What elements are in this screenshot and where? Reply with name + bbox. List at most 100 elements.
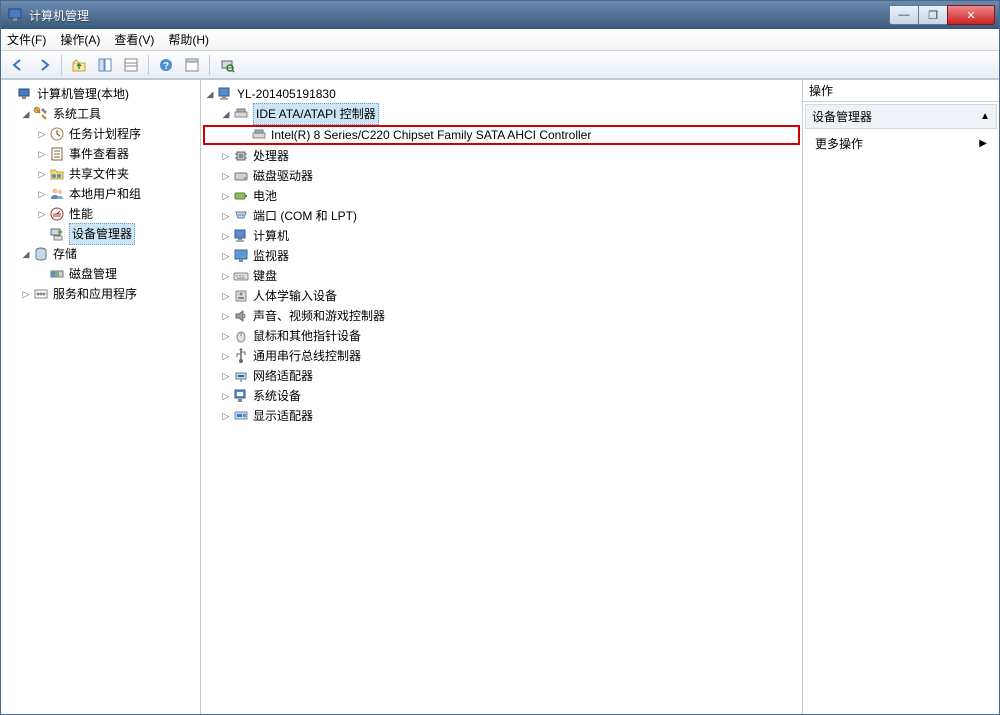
actions-section[interactable]: 设备管理器 ▲ [805,104,997,129]
expand-icon[interactable]: ▷ [219,166,233,186]
nav-disk-mgmt[interactable]: 磁盘管理 [3,264,198,284]
help-button[interactable]: ? [155,54,177,76]
expand-icon[interactable]: ▷ [35,124,49,144]
dev-system[interactable]: ▷ 系统设备 [203,386,800,406]
nav-label: 设备管理器 [69,223,135,245]
dev-computer-root[interactable]: ◢ YL-201405191830 [203,84,800,104]
expand-icon[interactable]: ▷ [35,204,49,224]
expand-icon[interactable]: ▷ [219,306,233,326]
expand-icon[interactable]: ▷ [219,386,233,406]
nav-performance[interactable]: ▷ 性能 [3,204,198,224]
menu-view[interactable]: 查看(V) [114,31,154,48]
expand-icon[interactable]: ▷ [219,146,233,166]
close-button[interactable]: ✕ [947,5,995,25]
properties-button[interactable] [120,54,142,76]
dev-label: 磁盘驱动器 [253,166,313,186]
dev-ide-controller[interactable]: ◢ IDE ATA/ATAPI 控制器 [203,104,800,124]
nav-label: 磁盘管理 [69,264,117,284]
controller-icon [251,127,267,143]
expand-icon[interactable]: ▷ [219,246,233,266]
nav-label: 计算机管理(本地) [37,84,129,104]
expand-icon[interactable]: ▷ [35,184,49,204]
menu-file[interactable]: 文件(F) [7,31,46,48]
nav-label: 共享文件夹 [69,164,129,184]
details-button[interactable] [181,54,203,76]
computer-mgmt-icon [17,86,33,102]
keyboard-icon [233,268,249,284]
nav-system-tools[interactable]: ◢ 系统工具 [3,104,198,124]
window-controls: — ❐ ✕ [890,5,995,25]
dev-battery[interactable]: ▷ 电池 [203,186,800,206]
expand-icon[interactable]: ▷ [19,284,33,304]
collapse-icon[interactable]: ◢ [19,244,33,264]
expand-icon[interactable]: ▷ [219,266,233,286]
device-tree[interactable]: ◢ YL-201405191830 ◢ IDE ATA/ATAPI 控制器 In… [201,80,802,430]
maximize-button[interactable]: ❐ [918,5,948,25]
minimize-button[interactable]: — [889,5,919,25]
dev-display[interactable]: ▷ 显示适配器 [203,406,800,426]
battery-icon [233,188,249,204]
expand-icon[interactable]: ▷ [219,406,233,426]
expand-icon[interactable]: ▷ [35,144,49,164]
titlebar: 计算机管理 — ❐ ✕ [1,1,999,29]
up-button[interactable] [68,54,90,76]
expand-icon[interactable]: ▷ [219,326,233,346]
cpu-icon [233,148,249,164]
nav-root[interactable]: 计算机管理(本地) [3,84,198,104]
expand-icon[interactable]: ▷ [35,164,49,184]
dev-computer-cat[interactable]: ▷ 计算机 [203,226,800,246]
nav-task-scheduler[interactable]: ▷ 任务计划程序 [3,124,198,144]
expand-icon[interactable]: ▷ [219,346,233,366]
nav-services[interactable]: ▷ 服务和应用程序 [3,284,198,304]
collapse-icon[interactable]: ◢ [19,104,33,124]
forward-button[interactable] [33,54,55,76]
dev-usb[interactable]: ▷ 通用串行总线控制器 [203,346,800,366]
actions-pane: 操作 设备管理器 ▲ 更多操作 ▶ [803,80,999,714]
dev-label: YL-201405191830 [237,84,336,104]
scan-hardware-button[interactable] [216,54,238,76]
expand-icon[interactable]: ▷ [219,186,233,206]
collapse-icon[interactable]: ▲ [980,111,990,122]
dev-label: 网络适配器 [253,366,313,386]
dev-label: 通用串行总线控制器 [253,346,361,366]
dev-network[interactable]: ▷ 网络适配器 [203,366,800,386]
shared-folder-icon [49,166,65,182]
back-button[interactable] [7,54,29,76]
dev-monitor[interactable]: ▷ 监视器 [203,246,800,266]
show-hide-tree-button[interactable] [94,54,116,76]
dev-label: 声音、视频和游戏控制器 [253,306,385,326]
content-area: 计算机管理(本地) ◢ 系统工具 ▷ 任务计划程序 ▷ 事件查看器 [1,79,999,714]
dev-sound[interactable]: ▷ 声音、视频和游戏控制器 [203,306,800,326]
actions-more-ops[interactable]: 更多操作 ▶ [803,131,999,156]
dev-processor[interactable]: ▷ 处理器 [203,146,800,166]
device-mgr-icon [49,226,65,242]
collapse-icon[interactable]: ◢ [203,84,217,104]
expand-icon[interactable]: ▷ [219,226,233,246]
nav-label: 任务计划程序 [69,124,141,144]
nav-device-manager[interactable]: 设备管理器 [3,224,198,244]
dev-keyboard[interactable]: ▷ 键盘 [203,266,800,286]
nav-tree-pane: 计算机管理(本地) ◢ 系统工具 ▷ 任务计划程序 ▷ 事件查看器 [1,80,201,714]
hid-icon [233,288,249,304]
menu-help[interactable]: 帮助(H) [168,31,209,48]
expand-icon[interactable]: ▷ [219,206,233,226]
nav-tree[interactable]: 计算机管理(本地) ◢ 系统工具 ▷ 任务计划程序 ▷ 事件查看器 [1,80,200,308]
collapse-icon[interactable]: ◢ [219,104,233,124]
dev-sata-controller[interactable]: Intel(R) 8 Series/C220 Chipset Family SA… [203,125,800,145]
nav-storage[interactable]: ◢ 存储 [3,244,198,264]
nav-event-viewer[interactable]: ▷ 事件查看器 [3,144,198,164]
app-icon [7,7,23,23]
svg-text:?: ? [163,61,169,72]
expand-icon[interactable]: ▷ [219,286,233,306]
expand-icon[interactable]: ▷ [219,366,233,386]
dev-mouse[interactable]: ▷ 鼠标和其他指针设备 [203,326,800,346]
dev-ports[interactable]: ▷ 端口 (COM 和 LPT) [203,206,800,226]
actions-more-label: 更多操作 [815,135,863,152]
nav-shared-folders[interactable]: ▷ 共享文件夹 [3,164,198,184]
dev-disk-drives[interactable]: ▷ 磁盘驱动器 [203,166,800,186]
menu-action[interactable]: 操作(A) [60,31,100,48]
device-tree-pane: ◢ YL-201405191830 ◢ IDE ATA/ATAPI 控制器 In… [201,80,803,714]
nav-local-users[interactable]: ▷ 本地用户和组 [3,184,198,204]
dev-hid[interactable]: ▷ 人体学输入设备 [203,286,800,306]
network-icon [233,368,249,384]
